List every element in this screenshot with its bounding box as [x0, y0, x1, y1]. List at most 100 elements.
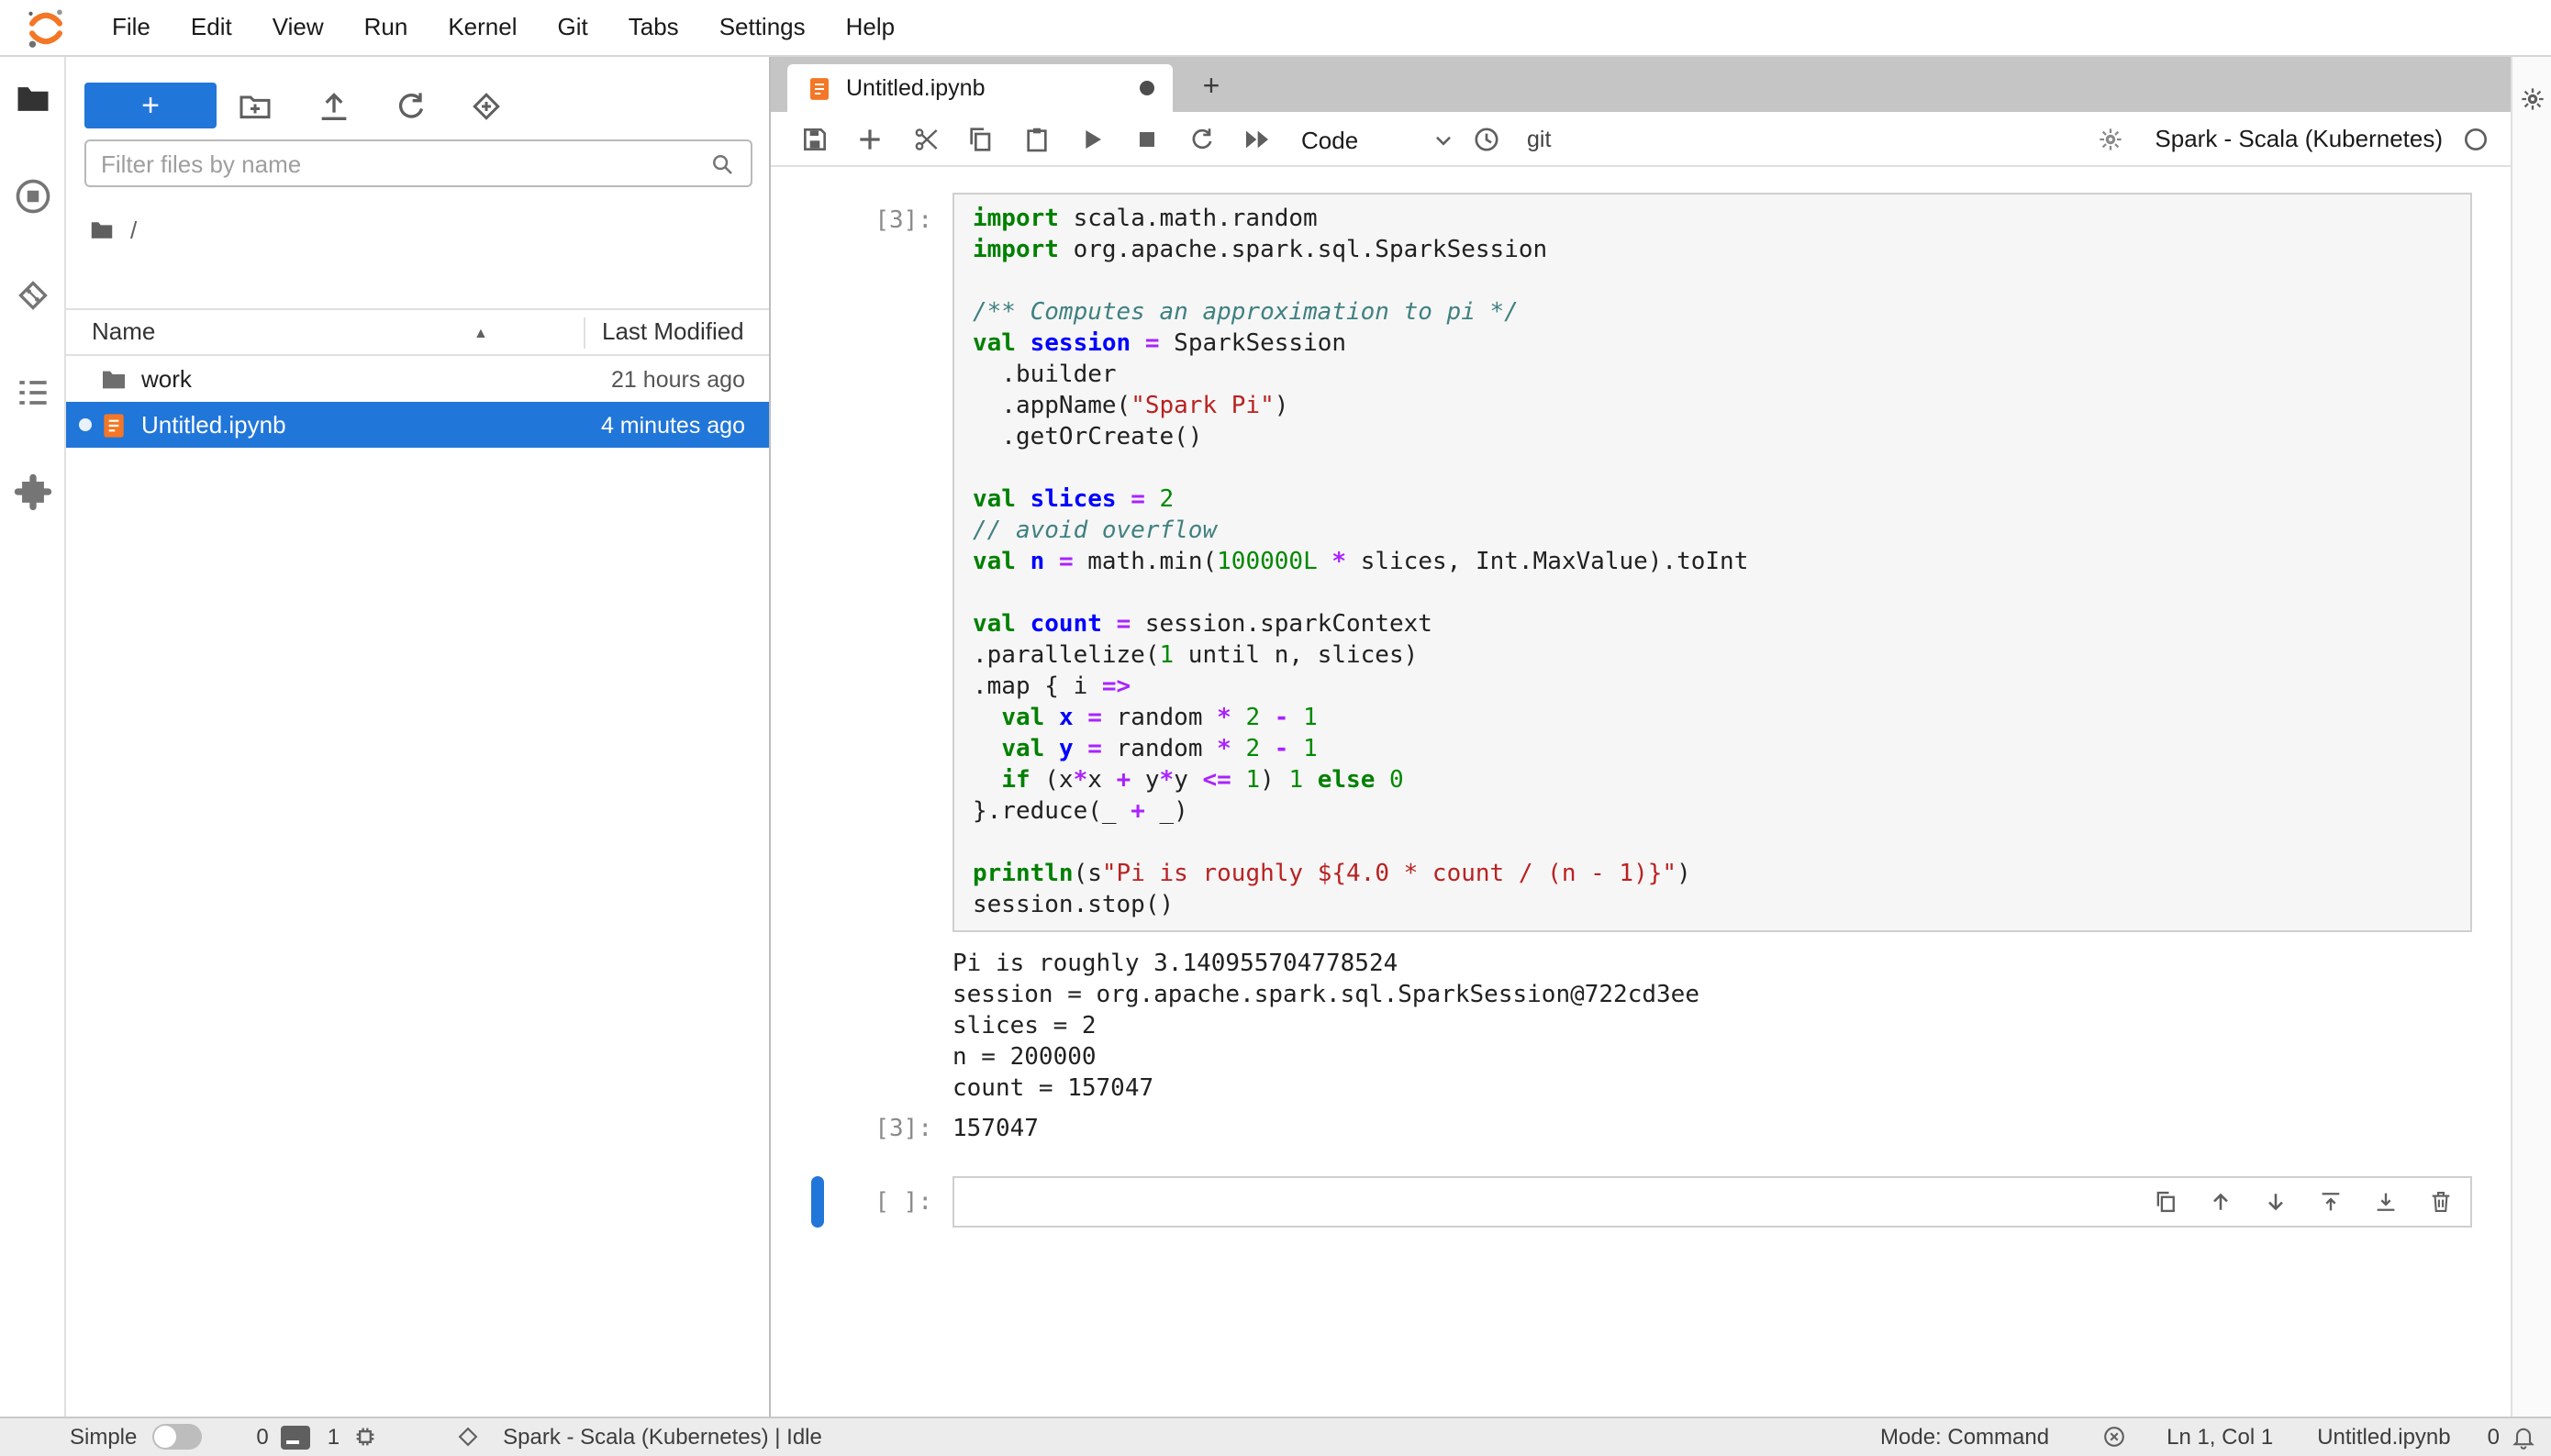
file-status-slot [79, 418, 99, 431]
menu-item-kernel[interactable]: Kernel [428, 0, 537, 55]
insert-cell-button[interactable] [855, 125, 885, 154]
mode-indicator: Mode: Command [1880, 1424, 2050, 1450]
filter-files-box [84, 139, 752, 187]
kernel-status-text[interactable]: Spark - Scala (Kubernetes) | Idle [503, 1424, 822, 1450]
move-cell-down-button[interactable] [2263, 1189, 2289, 1215]
code-line: val y = random * 2 - 1 [1001, 736, 1318, 763]
code-line: val x = random * 2 - 1 [1001, 705, 1318, 732]
bell-icon[interactable] [2511, 1424, 2536, 1450]
output-prompt: [3]: [874, 1116, 932, 1143]
new-folder-button[interactable] [237, 88, 273, 125]
menu-item-run[interactable]: Run [344, 0, 429, 55]
file-row-untitled-ipynb[interactable]: Untitled.ipynb 4 minutes ago [66, 402, 769, 448]
code-lines: import scala.math.random import org.apach… [973, 204, 2456, 921]
simple-mode-label: Simple [70, 1424, 138, 1450]
new-launcher-button[interactable]: + [84, 83, 217, 128]
duplicate-cell-button[interactable] [2153, 1189, 2178, 1215]
menu-item-git[interactable]: Git [538, 0, 608, 55]
code-cell-editor[interactable]: import scala.math.random import org.apach… [952, 193, 2472, 932]
menu-item-edit[interactable]: Edit [171, 0, 252, 55]
column-header-name[interactable]: Name [92, 310, 155, 354]
code-line: import scala.math.random [973, 206, 1318, 233]
git-clone-button[interactable] [468, 88, 505, 125]
restart-run-all-button[interactable] [1242, 125, 1272, 154]
filter-files-input[interactable] [101, 150, 708, 177]
menu-item-settings[interactable]: Settings [699, 0, 826, 55]
run-cell-button[interactable] [1077, 125, 1107, 154]
sort-ascending-icon: ▲ [473, 325, 488, 341]
kernels-count[interactable]: 1 [328, 1424, 340, 1450]
code-line: val session = SparkSession [973, 330, 1347, 358]
code-line: .map { i => [973, 673, 1131, 701]
output-line: slices = 2 [952, 1013, 1097, 1040]
code-line: val n = math.min(100000L * slices, Int.M… [973, 549, 1749, 576]
interrupt-kernel-button[interactable] [1132, 125, 1162, 154]
column-header-modified[interactable]: Last Modified [602, 310, 744, 354]
cell-type-value: Code [1301, 126, 1359, 153]
menu-item-tabs[interactable]: Tabs [608, 0, 699, 55]
breadcrumb-root[interactable]: / [130, 216, 137, 243]
terminals-count[interactable]: 0 [256, 1424, 268, 1450]
kernel-name-button[interactable]: Spark - Scala (Kubernetes) [2155, 112, 2443, 167]
cut-cells-button[interactable] [912, 125, 941, 154]
insert-cell-above-button[interactable] [2318, 1189, 2344, 1215]
sidebar-tab-toc[interactable] [13, 372, 53, 413]
file-row-work[interactable]: work 21 hours ago [66, 356, 769, 402]
empty-cell-editor[interactable] [952, 1176, 2472, 1228]
sidebar-tab-git[interactable] [13, 275, 53, 316]
menu-item-file[interactable]: File [92, 0, 171, 55]
insert-cell-below-button[interactable] [2373, 1189, 2399, 1215]
code-line: val slices = 2 [973, 486, 1175, 514]
folder-icon [99, 364, 128, 394]
toolbar-gear-icon[interactable] [2098, 127, 2123, 152]
copy-cells-button[interactable] [965, 125, 995, 154]
file-list-header: Name ▲ Last Modified [66, 308, 769, 356]
status-bar: Simple 0 1 Spark - Scala (Kubernetes) | … [0, 1416, 2551, 1456]
cursor-position[interactable]: Ln 1, Col 1 [2167, 1424, 2273, 1450]
refresh-button[interactable] [393, 88, 429, 125]
menu-items: File Edit View Run Kernel Git Tabs Settings Help [92, 0, 915, 55]
toc-icon [13, 372, 53, 413]
restart-kernel-button[interactable] [1187, 125, 1217, 154]
cell-type-dropdown[interactable]: Code [1294, 119, 1463, 160]
menu-bar: File Edit View Run Kernel Git Tabs Settings Help [0, 0, 2551, 57]
cell-toolbar [2153, 1189, 2454, 1215]
code-line: if (x*x + y*y <= 1) 1 else 0 [1001, 767, 1404, 795]
code-line: .builder [973, 361, 1117, 389]
output-line: session = org.apache.spark.sql.SparkSess… [952, 982, 1699, 1009]
connection-status-icon [2100, 1424, 2126, 1450]
kernels-icon[interactable] [352, 1424, 378, 1450]
code-line: println(s"Pi is roughly ${4.0 * count / … [973, 861, 1691, 888]
sidebar-tab-extensions[interactable] [13, 472, 53, 512]
terminal-icon[interactable] [281, 1425, 311, 1449]
menu-item-view[interactable]: View [252, 0, 344, 55]
file-name: Untitled.ipynb [141, 411, 286, 439]
home-folder-icon[interactable] [88, 216, 116, 243]
open-file-dot [79, 418, 92, 431]
property-inspector-gear-icon[interactable] [2520, 86, 2545, 112]
git-toolbar-button[interactable]: git [1527, 112, 1551, 167]
tab-untitled-ipynb[interactable]: Untitled.ipynb [787, 64, 1173, 112]
save-button[interactable] [800, 125, 830, 154]
new-tab-button[interactable]: + [1193, 70, 1230, 106]
unsaved-changes-dot [1140, 81, 1154, 95]
sidebar-tab-running[interactable] [13, 176, 53, 217]
paste-cells-button[interactable] [1022, 125, 1052, 154]
move-cell-up-button[interactable] [2208, 1189, 2234, 1215]
jupyter-logo-icon [22, 6, 70, 49]
code-line: import org.apache.spark.sql.SparkSession [973, 237, 1548, 264]
sidebar-tab-filebrowser[interactable] [13, 79, 53, 119]
file-name: work [141, 365, 192, 393]
upload-button[interactable] [316, 88, 352, 125]
menu-item-help[interactable]: Help [826, 0, 916, 55]
simple-mode-toggle[interactable] [151, 1424, 202, 1450]
input-prompt: [ ]: [874, 1189, 932, 1217]
notification-count[interactable]: 0 [2488, 1424, 2500, 1450]
delete-cell-button[interactable] [2428, 1189, 2454, 1215]
file-modified: 21 hours ago [611, 366, 745, 392]
history-clock-icon[interactable] [1472, 125, 1501, 154]
code-line: .parallelize(1 until n, slices) [973, 642, 1419, 670]
